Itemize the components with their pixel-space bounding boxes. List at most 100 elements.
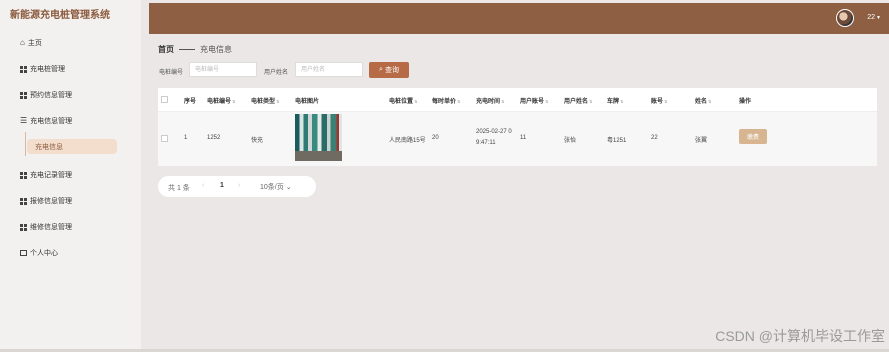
table-header: 序号 电桩编号⇅ 电桩类型⇅ 电桩图片 电桩位置⇅ 每时单价⇅ 充电时间⇅ 用户… [158, 88, 877, 112]
column-header-label: 电桩编号 [207, 99, 232, 105]
cell-user-name: 张怡 [564, 138, 577, 144]
sidebar-item-label: 充电信息管理 [30, 118, 73, 125]
column-header[interactable]: 充电时间⇅ [476, 96, 504, 105]
breadcrumb-home[interactable]: 首页 [158, 44, 174, 55]
grid-icon [20, 171, 27, 179]
sort-icon[interactable]: ⇅ [664, 99, 667, 104]
avatar[interactable] [836, 9, 854, 27]
grid-icon [20, 91, 27, 99]
cell-location: 人民南路15号 [389, 138, 426, 144]
sidebar-item-reservation-management[interactable]: 预约信息管理 [20, 90, 72, 100]
column-header[interactable]: 姓名⇅ [695, 96, 711, 105]
profile-icon [20, 250, 27, 256]
cell-account: 22 [651, 135, 658, 141]
cell-index: 1 [184, 135, 188, 141]
cell-pile-no: 1252 [207, 135, 221, 141]
sidebar-item-label: 充电桩管理 [30, 66, 65, 73]
cell-time-date: 2025-02-27 0 [476, 129, 512, 135]
column-header-label: 姓名 [695, 99, 708, 105]
column-header: 操作 [739, 99, 752, 105]
chevron-right-icon[interactable]: › [238, 182, 240, 189]
column-header[interactable]: 车牌⇅ [607, 96, 623, 105]
chevron-down-icon: ⌄ [285, 184, 292, 191]
column-header-label: 电桩类型 [251, 99, 276, 105]
sidebar: 新能源充电桩管理系统 ⌂ 主页 充电桩管理 预约信息管理 ☰ 充电信息管理 充电… [0, 0, 141, 352]
sort-icon[interactable]: ⇅ [276, 99, 279, 104]
grid-icon [20, 65, 27, 73]
table-row: 1 1252 快充 人民南路15号 20 2025-02-27 0 9:47:1… [158, 112, 877, 166]
sidebar-item-label: 预约信息管理 [30, 92, 72, 99]
sidebar-item-maintenance-management[interactable]: 维修信息管理 [20, 222, 72, 232]
column-header-label: 账号 [651, 99, 664, 105]
user-name[interactable]: 22 [867, 14, 875, 21]
sidebar-item-charging-info[interactable]: 充电信息 [27, 139, 117, 154]
column-header[interactable]: 用户姓名⇅ [564, 96, 592, 105]
sidebar-item-repair-report-management[interactable]: 报修信息管理 [20, 196, 72, 206]
pagination-current-page[interactable]: 1 [220, 182, 224, 189]
cell-price: 20 [432, 135, 439, 141]
sidebar-item-charging-record-management[interactable]: 充电记录管理 [20, 170, 72, 180]
page-size-label: 10条/页 [260, 184, 284, 191]
sort-icon[interactable]: ⇅ [501, 99, 504, 104]
column-header: 电桩图片 [295, 99, 320, 105]
submenu-line [25, 132, 26, 156]
sort-icon[interactable]: ⇅ [457, 99, 460, 104]
pile-image[interactable] [295, 114, 342, 161]
column-header-label: 电桩位置 [389, 99, 414, 105]
breadcrumb-separator [179, 49, 195, 50]
search-button[interactable]: ⌕ 查询 [369, 62, 409, 78]
sort-icon[interactable]: ⇅ [708, 99, 711, 104]
cell-time-clock: 9:47:11 [476, 140, 496, 146]
column-header-label: 每时单价 [432, 99, 457, 105]
grid-icon [20, 223, 27, 231]
column-header[interactable]: 用户账号⇅ [520, 96, 548, 105]
cell-user-account: 11 [520, 135, 527, 141]
watermark: CSDN @计算机毕设工作室 [715, 328, 885, 344]
pile-no-input[interactable] [189, 62, 257, 77]
sidebar-item-pile-management[interactable]: 充电桩管理 [20, 64, 65, 74]
pagination-total: 共 1 条 [168, 185, 190, 192]
sidebar-item-label: 充电记录管理 [30, 172, 72, 179]
grid-icon [20, 197, 27, 205]
data-table: 序号 电桩编号⇅ 电桩类型⇅ 电桩图片 电桩位置⇅ 每时单价⇅ 充电时间⇅ 用户… [158, 88, 877, 166]
pile-no-label: 电桩编号 [159, 70, 184, 76]
sort-icon[interactable]: ⇅ [620, 99, 623, 104]
chevron-left-icon[interactable]: ‹ [202, 182, 204, 189]
page-size-select[interactable]: 10条/页 ⌄ [260, 182, 292, 192]
user-name-label: 用户姓名 [264, 70, 289, 76]
cell-plate: 粤1251 [607, 138, 627, 144]
sidebar-item-label: 个人中心 [30, 250, 58, 257]
select-all-checkbox[interactable] [161, 96, 168, 103]
search-button-label: 查询 [384, 67, 399, 74]
sidebar-item-home[interactable]: ⌂ 主页 [20, 38, 42, 48]
column-header-label: 充电时间 [476, 99, 501, 105]
pagination: 共 1 条 ‹ 1 › 10条/页 ⌄ [158, 176, 316, 197]
chevron-down-icon[interactable]: ▼ [876, 15, 881, 21]
sort-icon[interactable]: ⇅ [589, 99, 592, 104]
sort-icon[interactable]: ⇅ [545, 99, 548, 104]
sort-icon[interactable]: ⇅ [232, 99, 235, 104]
column-header[interactable]: 每时单价⇅ [432, 96, 460, 105]
column-header[interactable]: 电桩位置⇅ [389, 96, 417, 105]
sidebar-item-charging-info-management[interactable]: ☰ 充电信息管理 [20, 116, 72, 126]
breadcrumb-current: 充电信息 [200, 45, 232, 54]
app-title: 新能源充电桩管理系统 [10, 10, 110, 21]
column-header-label: 用户姓名 [564, 99, 589, 105]
user-name-input[interactable] [295, 62, 363, 77]
list-icon: ☰ [20, 116, 28, 125]
sidebar-item-personal-center[interactable]: 个人中心 [20, 248, 58, 258]
column-header[interactable]: 电桩类型⇅ [251, 96, 279, 105]
sidebar-item-label: 维修信息管理 [30, 224, 72, 231]
breadcrumb: 首页 充电信息 [158, 44, 232, 55]
row-checkbox[interactable] [161, 135, 168, 142]
sidebar-item-label: 主页 [27, 40, 42, 47]
pay-button[interactable]: 缴费 [739, 129, 767, 144]
sidebar-item-label: 报修信息管理 [30, 198, 72, 205]
sort-icon[interactable]: ⇅ [414, 99, 417, 104]
column-header[interactable]: 电桩编号⇅ [207, 96, 235, 105]
column-header: 序号 [184, 99, 197, 105]
column-header[interactable]: 账号⇅ [651, 96, 667, 105]
search-icon: ⌕ [379, 66, 383, 73]
cell-pile-type: 快充 [251, 138, 264, 144]
top-header: 22 ▼ [149, 3, 889, 34]
